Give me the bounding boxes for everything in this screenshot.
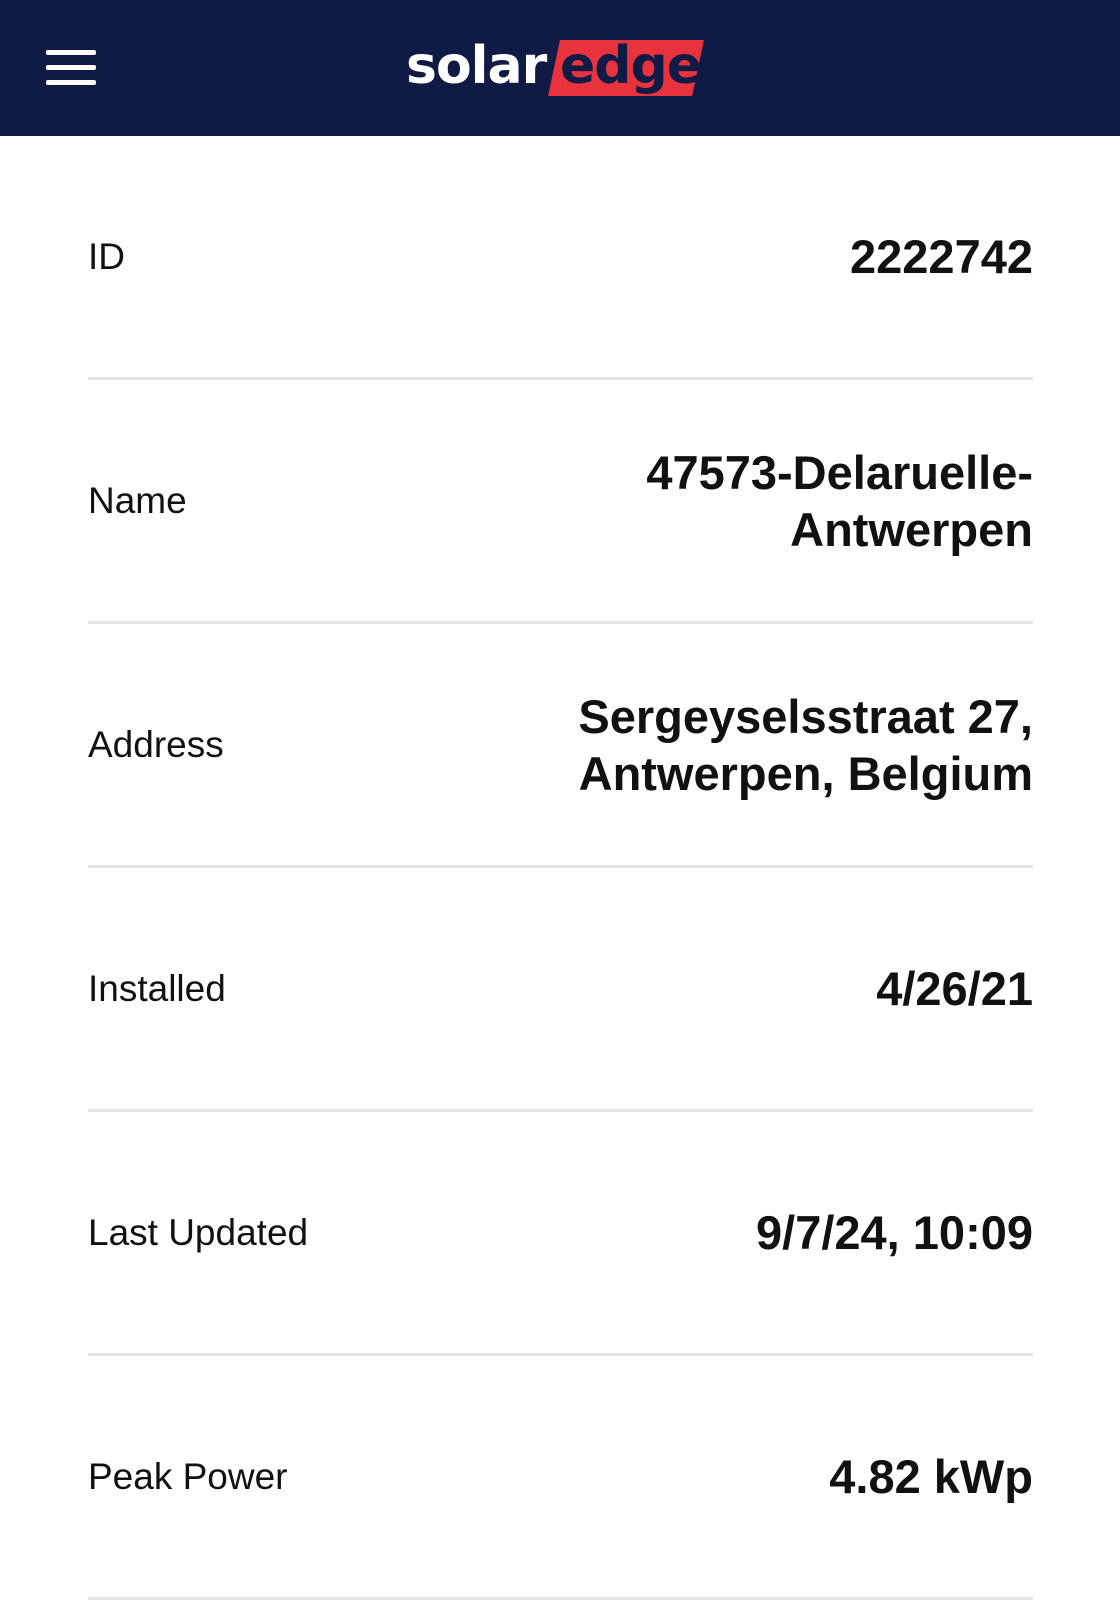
detail-value: 2222742 [850,230,1033,283]
detail-label: Name [88,479,187,521]
logo-text-solar: solar [406,36,547,96]
menu-bar-middle [46,65,96,70]
detail-row-installed: Installed 4/26/21 [88,868,1033,1112]
detail-value: 4/26/21 [876,962,1033,1015]
logo-text-edge: edge [560,36,702,96]
detail-row-id: ID 2222742 [88,136,1033,380]
detail-label: ID [88,235,125,277]
app-header: solar edge [0,0,1120,136]
menu-bar-bottom [46,80,96,85]
detail-label: Peak Power [88,1455,288,1497]
site-details-list: ID 2222742 Name 47573-Delaruelle-Antwerp… [88,136,1033,1600]
hamburger-menu-icon[interactable] [38,42,104,94]
detail-value: 47573-Delaruelle-Antwerpen [646,445,1033,556]
detail-row-last-updated: Last Updated 9/7/24, 10:09 [88,1112,1033,1356]
solaredge-logo: solar edge [406,34,716,104]
detail-value: Sergeyselsstraat 27, Antwerpen, Belgium [578,689,1033,800]
detail-row-name: Name 47573-Delaruelle-Antwerpen [88,380,1033,624]
detail-value: 9/7/24, 10:09 [756,1206,1033,1259]
detail-label: Installed [88,967,226,1009]
menu-bar-top [46,50,96,55]
detail-row-peak-power: Peak Power 4.82 kWp [88,1356,1033,1600]
detail-row-address: Address Sergeyselsstraat 27, Antwerpen, … [88,624,1033,868]
detail-label: Address [88,723,224,765]
detail-value: 4.82 kWp [829,1450,1033,1503]
detail-label: Last Updated [88,1211,309,1253]
